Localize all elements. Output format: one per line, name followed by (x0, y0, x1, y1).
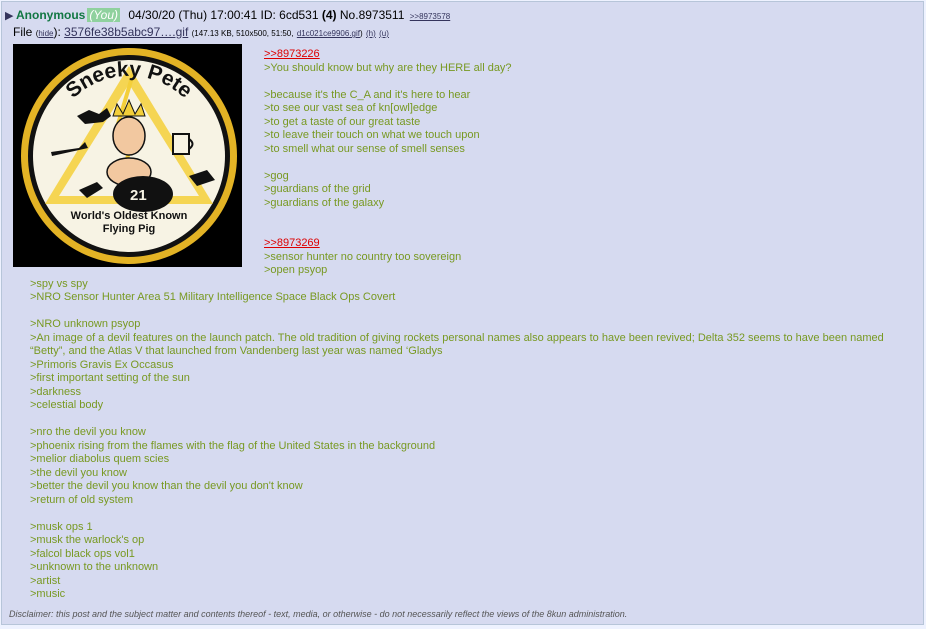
line-text: >You should know but why are they HERE a… (264, 61, 512, 74)
quote-link: >>8973226 (30, 48, 900, 62)
greentext-line: >to get a taste of our great taste (30, 116, 900, 130)
line-text: >An image of a devil features on the lau… (30, 331, 884, 358)
line-text: >sensor hunter no country too sovereign (264, 250, 462, 263)
greentext-line: >sensor hunter no country too sovereign (30, 251, 900, 265)
line-text: >music (30, 588, 66, 600)
greentext-line: >first important setting of the sun (30, 372, 900, 386)
hide-file-link[interactable]: hide (38, 29, 53, 38)
greentext-line: >the devil you know (30, 467, 900, 481)
greentext-line: >NRO unknown psyop (30, 318, 900, 332)
greentext-line: >to leave their touch on what we touch u… (30, 129, 900, 143)
line-text: >to see our vast sea of kn[owl]edge (264, 102, 438, 114)
file-details: (147.13 KB, 510x500, 51:50, (191, 29, 294, 38)
line-text: >falcol black ops vol1 (30, 547, 135, 560)
greentext-line: >open psyop (30, 264, 900, 278)
greentext-line: >artist (30, 575, 900, 589)
line-text: >open psyop (264, 264, 328, 276)
post-header: ▶ Anonymous (You) 04/30/20 (Thu) 17:00:41 … (5, 8, 450, 22)
line-text: >guardians of the galaxy (264, 196, 385, 209)
greentext-line: >nro the devil you know (30, 426, 900, 440)
file-label: File (13, 25, 33, 39)
reply-quote-link[interactable]: >>8973269 (264, 237, 320, 249)
greentext-line: >to see our vast sea of kn[owl]edge (30, 102, 900, 116)
greentext-line: >An image of a devil features on the lau… (30, 332, 900, 359)
line-text: >celestial body (30, 399, 104, 411)
line-text: >musk ops 1 (30, 520, 93, 533)
greentext-line: >falcol black ops vol1 (30, 548, 900, 562)
file-info: File (hide): 3576fe38b5abc97….gif (147.1… (13, 25, 389, 39)
post-container: ▶ Anonymous (You) 04/30/20 (Thu) 17:00:41 … (1, 1, 924, 625)
greentext-line: >darkness (30, 386, 900, 400)
line-text: >return of old system (30, 493, 134, 506)
line-text: >first important setting of the sun (30, 372, 190, 384)
poster-name: Anonymous (16, 8, 86, 22)
greentext-line: >unknown to the unknown (30, 561, 900, 575)
line-text: >because it's the C_A and it's here to h… (264, 88, 471, 101)
line-text: >melior diabolus quem scies (30, 453, 170, 465)
line-text: >NRO unknown psyop (30, 318, 141, 330)
disclaimer: Disclaimer: this post and the subject ma… (9, 609, 628, 619)
file-link-h[interactable]: (h) (366, 29, 376, 38)
greentext-line: >musk ops 1 (30, 521, 900, 535)
greentext-line: >guardians of the grid (30, 183, 900, 197)
greentext-line: >You should know but why are they HERE a… (30, 62, 900, 76)
line-text: >to get a taste of our great taste (264, 115, 421, 128)
greentext-line: >celestial body (30, 399, 900, 413)
greentext-line: >NRO Sensor Hunter Area 51 Military Inte… (30, 291, 900, 305)
greentext-line: >gog (30, 170, 900, 184)
line-text: >artist (30, 574, 61, 587)
line-text: >nro the devil you know (30, 426, 146, 438)
file-link-u[interactable]: (u) (379, 29, 389, 38)
poster-id[interactable]: ID: 6cd531 (260, 8, 318, 22)
greentext-line: >phoenix rising from the flames with the… (30, 440, 900, 454)
line-text: >darkness (30, 385, 82, 398)
reply-count: (4) (321, 8, 337, 22)
greentext-line: >spy vs spy (30, 278, 900, 292)
line-text: >phoenix rising from the flames with the… (30, 439, 436, 452)
greentext-line: >better the devil you know than the devi… (30, 480, 900, 494)
reply-quote-link[interactable]: >>8973226 (264, 48, 320, 60)
reply-backlink[interactable]: >>8973578 (410, 12, 451, 21)
greentext-line: >return of old system (30, 494, 900, 508)
line-text: >the devil you know (30, 466, 127, 479)
greentext-line: >Primoris Gravis Ex Occasus (30, 359, 900, 373)
line-text: >Primoris Gravis Ex Occasus (30, 358, 174, 371)
greentext-line: >to smell what our sense of smell senses (30, 143, 900, 157)
line-text: >to smell what our sense of smell senses (264, 142, 465, 155)
line-text: >musk the warlock's op (30, 534, 145, 546)
greentext-line: >guardians of the galaxy (30, 197, 900, 211)
post-body: >>8973226 >You should know but why are th… (30, 48, 900, 602)
greentext-line: >melior diabolus quem scies (30, 453, 900, 467)
file-name-link[interactable]: 3576fe38b5abc97….gif (64, 25, 188, 39)
line-text: >gog (264, 169, 289, 182)
original-filename-link[interactable]: d1c021ce9906.gif (297, 29, 360, 38)
post-datetime: 04/30/20 (Thu) 17:00:41 (128, 8, 258, 22)
line-text: >to leave their touch on what we touch u… (264, 129, 480, 141)
greentext-line: >music (30, 588, 900, 602)
greentext-line: >musk the warlock's op (30, 534, 900, 548)
post-number-link[interactable]: No.8973511 (340, 8, 405, 22)
line-text: >spy vs spy (30, 277, 88, 290)
you-badge: (You) (87, 8, 121, 22)
post-menu-arrow-icon[interactable]: ▶ (5, 9, 16, 22)
greentext-line: >because it's the C_A and it's here to h… (30, 89, 900, 103)
quote-link: >>8973269 (30, 237, 900, 251)
line-text: >NRO Sensor Hunter Area 51 Military Inte… (30, 291, 396, 303)
line-text: >guardians of the grid (264, 183, 371, 195)
line-text: >unknown to the unknown (30, 561, 159, 573)
line-text: >better the devil you know than the devi… (30, 480, 303, 492)
